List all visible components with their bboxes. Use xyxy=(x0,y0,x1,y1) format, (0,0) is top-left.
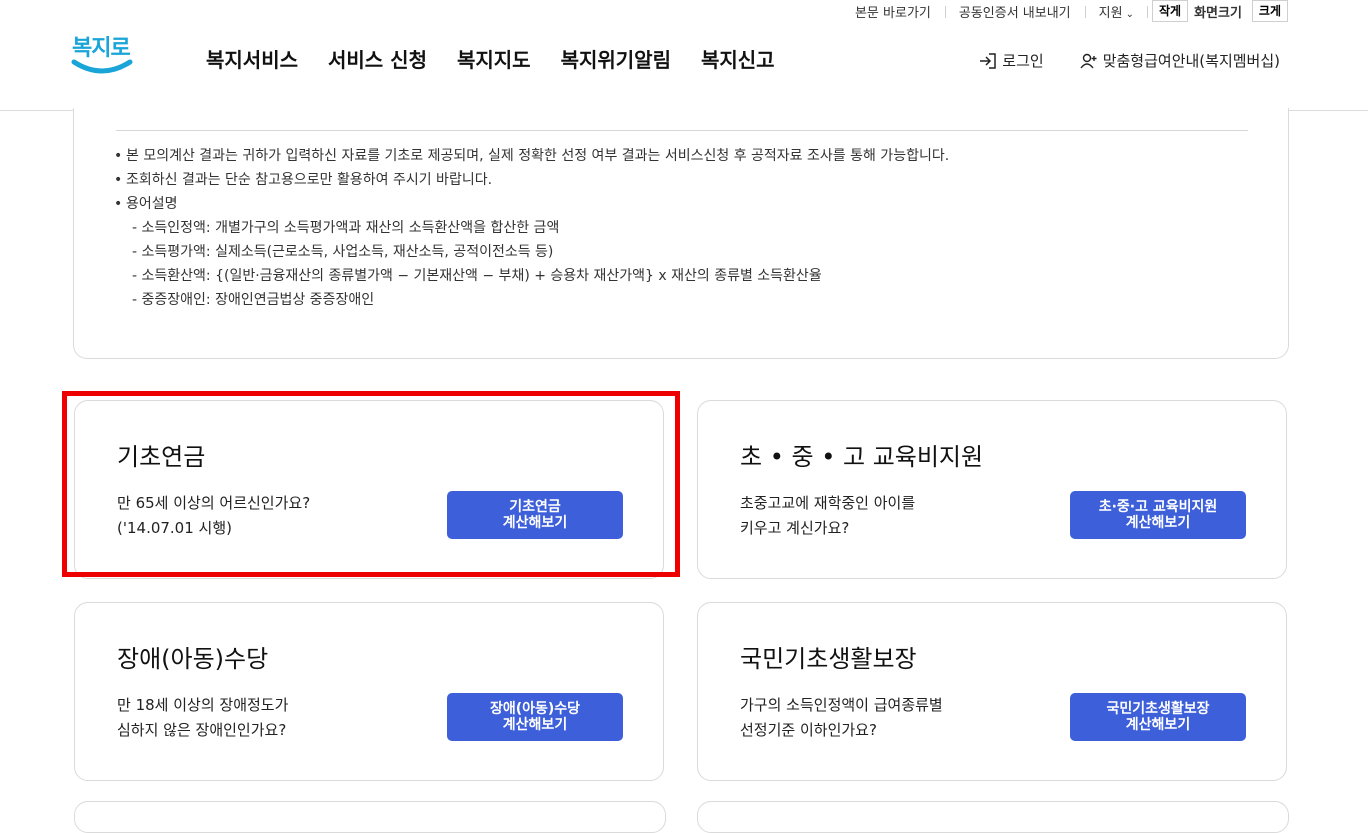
custom-benefit-info-button[interactable]: 맞춤형급여안내(복지멤버십) xyxy=(1080,50,1280,71)
login-button[interactable]: 로그인 xyxy=(979,50,1044,71)
skip-to-content-link[interactable]: 본문 바로가기 xyxy=(841,2,945,21)
disability-allowance-calc-button[interactable]: 장애(아동)수당 계산해보기 xyxy=(447,693,623,741)
notice-text: 본 모의계산 결과는 귀하가 입력하신 자료를 기초로 제공되며, 실제 정확한… xyxy=(126,148,950,164)
user-plus-icon xyxy=(1080,53,1097,68)
divider xyxy=(116,130,1248,131)
button-label: 장애(아동)수당 xyxy=(489,701,581,717)
login-label: 로그인 xyxy=(1002,52,1044,70)
card-partial xyxy=(697,801,1289,833)
notice-box: • 본 모의계산 결과는 귀하가 입력하신 자료를 기초로 제공되며, 실제 정확… xyxy=(73,108,1289,359)
login-icon xyxy=(980,52,997,69)
card-description-line: 키우고 계신가요? xyxy=(740,519,850,537)
card-description: 만 65세 이상의 어르신인가요? ('14.07.01 시행) xyxy=(117,491,310,541)
button-label: 기초연금 xyxy=(509,499,561,515)
font-size-label: 화면크기 xyxy=(1194,5,1242,21)
card-education-support: 초 • 중 • 고 교육비지원 초중고교에 재학중인 아이를 키우고 계신가요?… xyxy=(697,400,1287,579)
notice-text: 조회하신 결과는 단순 참고용으로만 활용하여 주시기 바랍니다. xyxy=(126,172,493,188)
card-description: 만 18세 이상의 장애정도가 심하지 않은 장애인인가요? xyxy=(117,693,288,743)
card-description: 초중고교에 재학중인 아이를 키우고 계신가요? xyxy=(740,491,915,541)
export-certificate-link[interactable]: 공동인증서 내보내기 xyxy=(944,2,1085,21)
term-item: - 소득인정액: 개별가구의 소득평가액과 재산의 소득환산액을 합산한 금액 xyxy=(132,220,560,236)
button-label: 계산해보기 xyxy=(1125,717,1191,733)
nav-service-apply[interactable]: 서비스 신청 xyxy=(328,44,427,73)
logo-smile-icon xyxy=(71,59,133,74)
support-label: 지원 xyxy=(1098,5,1123,21)
nav-welfare-map[interactable]: 복지지도 xyxy=(457,44,531,73)
basic-livelihood-calc-button[interactable]: 국민기초생활보장 계산해보기 xyxy=(1070,693,1246,741)
notice-item: • 용어설명 xyxy=(114,196,178,212)
card-title: 기초연금 xyxy=(117,443,206,471)
card-title: 장애(아동)수당 xyxy=(117,645,269,673)
card-basic-livelihood: 국민기초생활보장 가구의 소득인정액이 급여종류별 선정기준 이하인가요? 국민… xyxy=(697,602,1287,781)
chevron-down-icon: ⌄ xyxy=(1125,8,1134,20)
button-label: 초·중·고 교육비지원 xyxy=(1098,499,1218,515)
card-description-line: 심하지 않은 장애인인가요? xyxy=(117,721,287,739)
utility-bar: 본문 바로가기 공동인증서 내보내기 지원 ⌄ 작게 화면크기 크게 xyxy=(841,0,1288,22)
card-description-line: 초중고교에 재학중인 아이를 xyxy=(740,494,916,512)
main-navigation: 복지서비스 서비스 신청 복지지도 복지위기알림 복지신고 xyxy=(206,44,775,73)
card-basic-pension: 기초연금 만 65세 이상의 어르신인가요? ('14.07.01 시행) 기초… xyxy=(74,400,664,579)
nav-welfare-crisis-alert[interactable]: 복지위기알림 xyxy=(561,44,671,73)
basic-pension-calc-button[interactable]: 기초연금 계산해보기 xyxy=(447,491,623,539)
notice-text: 용어설명 xyxy=(126,196,178,212)
term-item: - 소득평가액: 실제소득(근로소득, 사업소득, 재산소득, 공적이전소득 등… xyxy=(132,244,554,260)
support-menu[interactable]: 지원 ⌄ xyxy=(1084,2,1149,21)
term-item: - 중증장애인: 장애인연금법상 중증장애인 xyxy=(132,292,375,308)
notice-item: • 조회하신 결과는 단순 참고용으로만 활용하여 주시기 바랍니다. xyxy=(114,172,493,188)
notice-list: • 본 모의계산 결과는 귀하가 입력하신 자료를 기초로 제공되며, 실제 정확… xyxy=(114,144,949,312)
header-actions: 로그인 맞춤형급여안내(복지멤버십) xyxy=(979,50,1280,71)
nav-welfare-service[interactable]: 복지서비스 xyxy=(206,44,298,73)
site-header: 본문 바로가기 공동인증서 내보내기 지원 ⌄ 작게 화면크기 크게 복지로 복지… xyxy=(0,0,1368,111)
card-description: 가구의 소득인정액이 급여종류별 선정기준 이하인가요? xyxy=(740,693,943,743)
card-partial xyxy=(74,801,666,833)
site-logo[interactable]: 복지로 xyxy=(70,28,136,84)
nav-welfare-report[interactable]: 복지신고 xyxy=(701,44,775,73)
card-description-line: 가구의 소득인정액이 급여종류별 xyxy=(740,696,943,714)
custom-benefit-info-label: 맞춤형급여안내(복지멤버십) xyxy=(1102,52,1280,70)
card-description-line: 선정기준 이하인가요? xyxy=(740,721,877,739)
card-disability-allowance: 장애(아동)수당 만 18세 이상의 장애정도가 심하지 않은 장애인인가요? … xyxy=(74,602,664,781)
card-description-line: 만 65세 이상의 어르신인가요? xyxy=(117,494,311,512)
term-item: - 소득환산액: {(일반·금융재산의 종류별가액 − 기본재산액 − 부채) … xyxy=(132,268,822,284)
button-label: 계산해보기 xyxy=(1125,515,1191,531)
button-label: 계산해보기 xyxy=(502,515,568,531)
button-label: 계산해보기 xyxy=(502,717,568,733)
font-large-button[interactable]: 크게 xyxy=(1251,0,1288,22)
font-small-button[interactable]: 작게 xyxy=(1151,0,1189,22)
card-title: 국민기초생활보장 xyxy=(740,645,917,673)
card-description-line: 만 18세 이상의 장애정도가 xyxy=(117,696,289,714)
notice-item: • 본 모의계산 결과는 귀하가 입력하신 자료를 기초로 제공되며, 실제 정확… xyxy=(114,148,950,164)
card-title: 초 • 중 • 고 교육비지원 xyxy=(740,443,984,471)
education-support-calc-button[interactable]: 초·중·고 교육비지원 계산해보기 xyxy=(1070,491,1246,539)
card-description-line: ('14.07.01 시행) xyxy=(117,519,232,537)
button-label: 국민기초생활보장 xyxy=(1106,701,1210,717)
